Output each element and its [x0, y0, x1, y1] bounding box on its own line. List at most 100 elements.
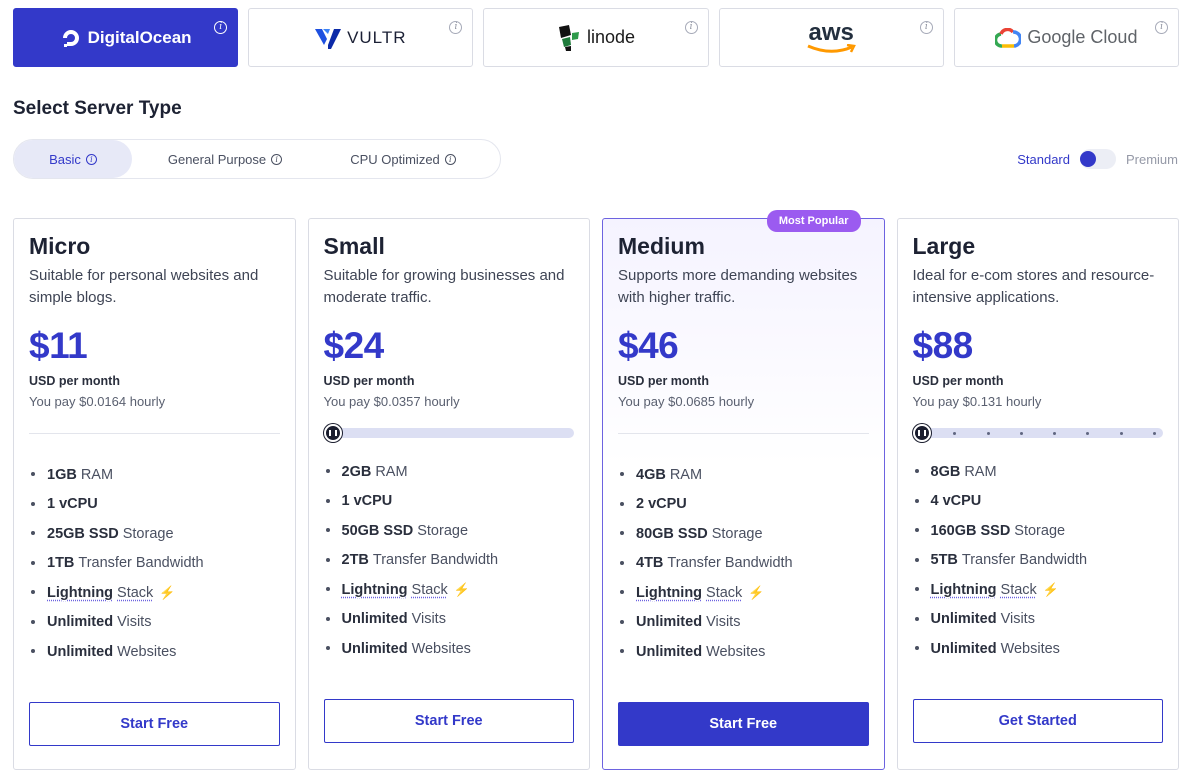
feature-highlight[interactable]: Lightning	[931, 582, 997, 598]
vultr-icon	[315, 28, 342, 49]
feature-item: 1TB Transfer Bandwidth	[29, 549, 280, 579]
feature-text: Websites	[706, 643, 766, 660]
info-icon[interactable]: i	[684, 21, 698, 34]
feature-highlight: 8GB	[930, 463, 961, 480]
start-free-button[interactable]: Start Free	[29, 702, 280, 746]
feature-text: RAM	[80, 466, 114, 483]
plan-price: $46	[618, 325, 679, 366]
feature-item: 1 vCPU	[29, 490, 280, 520]
feature-highlight: 1 vCPU	[341, 493, 393, 510]
tier-switch[interactable]	[1079, 149, 1116, 169]
slider-step-dot[interactable]	[1086, 432, 1090, 435]
feature-item: Lightning Stack ⚡	[29, 578, 280, 608]
plan-size-slider[interactable]	[323, 424, 861, 442]
feature-item: Unlimited Visits	[29, 608, 280, 638]
slider-step-dot[interactable]	[1053, 432, 1057, 435]
feature-item: 2TB Transfer Bandwidth	[324, 546, 575, 576]
slider-step-dot[interactable]	[986, 432, 990, 435]
feature-highlight[interactable]: Lightning	[636, 585, 702, 601]
feature-list: 8GB RAM 4 vCPU 160GB SSD Storage 5TB Transfer …	[913, 457, 1164, 664]
standard-label[interactable]: Standard	[1017, 152, 1070, 167]
feature-text: Visits	[1000, 611, 1035, 628]
start-free-button[interactable]: Start Free	[618, 702, 869, 746]
lightning-icon: ⚡	[1042, 581, 1059, 597]
feature-text: Websites	[117, 643, 177, 660]
plan-name: Small	[323, 233, 385, 259]
feature-text: Visits	[411, 611, 446, 628]
feature-list: 1GB RAM 1 vCPU 25GB SSD Storage 1TB Transfer B…	[29, 460, 280, 667]
lightning-icon: ⚡	[748, 584, 765, 600]
info-icon[interactable]: i	[444, 153, 456, 165]
plan-card-medium: Most Popular Medium Supports more demandin…	[602, 210, 885, 770]
feature-text: RAM	[669, 466, 703, 483]
feature-item: 2GB RAM	[324, 457, 575, 487]
feature-item: Unlimited Visits	[324, 605, 575, 635]
feature-highlight: Unlimited	[341, 611, 408, 628]
info-icon[interactable]: i	[214, 21, 228, 34]
start-free-button[interactable]: Start Free	[323, 699, 574, 743]
price-unit: USD per month	[912, 374, 1004, 388]
provider-label: linode	[586, 27, 636, 47]
feature-item: Unlimited Visits	[618, 608, 869, 638]
feature-text: Storage	[417, 522, 469, 539]
linode-logo: linode	[557, 24, 636, 51]
most-popular-badge: Most Popular	[766, 210, 861, 232]
slider-handle[interactable]	[912, 424, 931, 442]
feature-text: Storage	[1014, 522, 1066, 539]
info-icon[interactable]: i	[271, 153, 283, 165]
provider-tab-google-cloud[interactable]: Google Cloud i	[953, 8, 1180, 67]
provider-tab-aws[interactable]: aws i	[718, 8, 944, 67]
feature-text: Transfer Bandwidth	[667, 555, 793, 572]
hourly-price: You pay $0.131 hourly	[912, 394, 1042, 409]
plan-price: $11	[29, 325, 88, 366]
feature-item: 25GB SSD Storage	[29, 519, 280, 549]
feature-highlight: Unlimited	[341, 640, 408, 657]
feature-item: 8GB RAM	[913, 457, 1164, 487]
feature-text: Stack	[706, 584, 743, 601]
hourly-price: You pay $0.0164 hourly	[29, 394, 166, 409]
aws-logo: aws	[806, 18, 857, 54]
server-type-selector: Basic i General Purpose i CPU Optimized …	[13, 139, 501, 179]
vultr-logo: VULTR	[315, 27, 406, 49]
premium-label[interactable]: Premium	[1126, 152, 1178, 167]
server-type-basic[interactable]: Basic i	[14, 140, 132, 178]
feature-highlight: 2GB	[341, 463, 372, 480]
slider-step-dot[interactable]	[953, 432, 957, 435]
feature-item: Lightning Stack ⚡	[618, 578, 869, 608]
get-started-button[interactable]: Get Started	[912, 699, 1163, 743]
feature-highlight[interactable]: Lightning	[342, 582, 408, 598]
slider-step-dot[interactable]	[1153, 432, 1156, 435]
info-icon[interactable]: i	[919, 21, 933, 34]
info-icon[interactable]: i	[85, 153, 97, 165]
feature-text: Storage	[122, 525, 174, 542]
plan-card-large: Large Ideal for e-com stores and resource…	[896, 218, 1179, 770]
feature-highlight: 160GB SSD	[930, 522, 1011, 539]
feature-highlight: Unlimited	[930, 611, 997, 628]
plan-name: Medium	[618, 233, 705, 259]
provider-tab-digitalocean[interactable]: DigitalOcean i	[13, 8, 239, 67]
info-icon[interactable]: i	[1155, 21, 1169, 34]
feature-highlight: 2TB	[341, 552, 369, 569]
slider-step-dot[interactable]	[1019, 432, 1023, 435]
feature-text: Visits	[117, 614, 152, 631]
plan-description: Suitable for growing businesses and mode…	[323, 267, 565, 306]
plan-size-slider[interactable]	[912, 424, 1163, 442]
feature-text: Transfer Bandwidth	[961, 552, 1088, 569]
server-type-general-purpose[interactable]: General Purpose i	[132, 140, 318, 178]
slider-handle[interactable]	[323, 424, 342, 442]
feature-highlight[interactable]: Lightning	[47, 585, 113, 601]
feature-highlight: 1TB	[47, 555, 75, 572]
slider-step-dot[interactable]	[1119, 432, 1123, 435]
provider-tab-linode[interactable]: linode i	[483, 8, 709, 67]
switch-knob[interactable]	[1079, 151, 1096, 167]
provider-label: aws	[808, 18, 854, 46]
server-type-cpu-optimized[interactable]: CPU Optimized i	[318, 140, 488, 178]
provider-tab-vultr[interactable]: VULTR i	[248, 8, 474, 67]
plan-description: Suitable for personal websites and simpl…	[29, 267, 259, 306]
feature-text: Websites	[411, 640, 471, 657]
info-icon[interactable]: i	[449, 21, 463, 34]
plan-name: Micro	[29, 233, 91, 259]
feature-highlight: 1GB	[47, 466, 77, 483]
feature-text: Transfer Bandwidth	[78, 555, 204, 572]
plan-card-small: Small Suitable for growing businesses and…	[307, 218, 861, 770]
